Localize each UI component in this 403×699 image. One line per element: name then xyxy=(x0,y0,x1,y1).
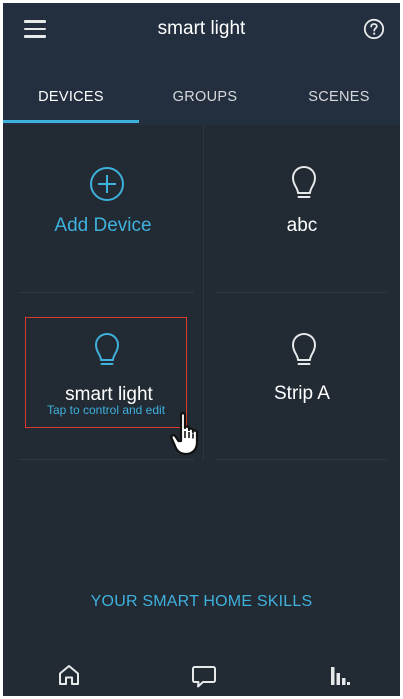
device-tile-strip-a[interactable]: Strip A xyxy=(204,293,400,459)
grid-divider xyxy=(19,459,194,460)
smart-home-skills-link[interactable]: YOUR SMART HOME SKILLS xyxy=(3,593,400,611)
bottom-nav xyxy=(3,643,400,696)
pointing-hand-icon xyxy=(170,412,199,456)
device-name: abc xyxy=(286,215,318,236)
app-screen: smart light DEVICES GROUPS SCENES Add De… xyxy=(3,3,400,696)
tab-devices[interactable]: DEVICES xyxy=(5,55,137,125)
tap-hint: Tap to control and edit xyxy=(46,403,166,417)
tab-scenes[interactable]: SCENES xyxy=(273,55,400,125)
grid-divider xyxy=(215,459,387,460)
tab-bar: DEVICES GROUPS SCENES xyxy=(3,55,400,125)
light-bulb-icon xyxy=(292,166,316,198)
top-bar: smart light xyxy=(3,3,400,55)
chat-bubble-icon[interactable] xyxy=(191,663,217,689)
active-tab-indicator xyxy=(3,120,139,123)
equalizer-icon[interactable] xyxy=(329,665,351,687)
tab-groups[interactable]: GROUPS xyxy=(139,55,271,125)
light-bulb-icon xyxy=(292,333,316,365)
add-device-tile[interactable]: Add Device xyxy=(3,125,203,291)
add-device-label: Add Device xyxy=(54,215,152,236)
home-icon[interactable] xyxy=(57,663,81,687)
device-tile-abc[interactable]: abc xyxy=(204,125,400,291)
page-title: smart light xyxy=(157,18,246,39)
help-circle-icon[interactable] xyxy=(363,18,385,40)
device-name: Strip A xyxy=(274,383,330,404)
plus-circle-icon xyxy=(90,167,124,201)
